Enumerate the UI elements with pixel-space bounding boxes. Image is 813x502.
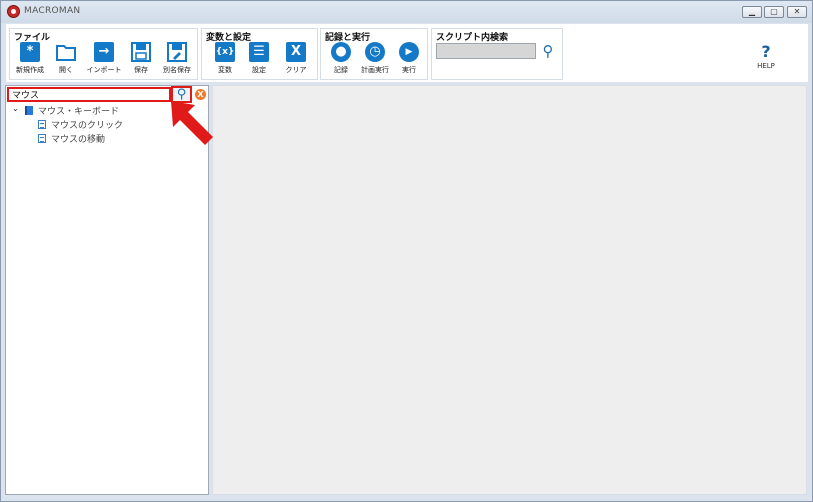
variable-icon: {x} — [215, 42, 235, 62]
ribbon-toolbar: ファイル * 新規作成 開く → インポート 保存 別名保存 変数と設定 {x}… — [6, 24, 808, 82]
tree-item-label: マウスのクリック — [51, 121, 124, 131]
save-as-button-label: 別名保存 — [163, 66, 191, 74]
new-button[interactable]: * 新規作成 — [10, 42, 50, 80]
save-as-icon — [167, 42, 187, 62]
record-run-group: 記録と実行 ● 記録 ◷ 計画実行 ▶ 実行 — [320, 28, 428, 80]
save-as-button[interactable]: 別名保存 — [157, 42, 197, 80]
open-button[interactable]: 開く — [46, 42, 86, 80]
window-title: MACROMAN — [24, 6, 81, 16]
settings-button[interactable]: ☰ 設定 — [239, 42, 279, 80]
app-logo-icon — [7, 5, 20, 18]
script-editor-area[interactable] — [212, 85, 807, 495]
help-button[interactable]: ? HELP — [751, 42, 781, 71]
new-button-label: 新規作成 — [16, 66, 44, 74]
folder-icon — [56, 42, 76, 62]
document-icon — [38, 120, 46, 129]
variables-settings-group: 変数と設定 {x} 変数 ☰ 設定 X クリア — [201, 28, 318, 80]
help-icon: ? — [761, 42, 771, 61]
save-icon — [131, 42, 151, 62]
tree-item-label: マウスの移動 — [51, 135, 106, 145]
clear-button[interactable]: X クリア — [276, 42, 316, 80]
file-group: ファイル * 新規作成 開く → インポート 保存 別名保存 — [9, 28, 198, 80]
play-icon: ▶ — [399, 42, 419, 62]
save-button-label: 保存 — [134, 66, 148, 74]
import-arrow-icon: → — [94, 42, 114, 62]
record-icon: ● — [331, 42, 351, 62]
close-button[interactable]: ✕ — [787, 6, 807, 18]
clear-x-icon: X — [286, 42, 306, 62]
minimize-button[interactable]: ▁ — [742, 6, 762, 18]
script-search-input[interactable] — [436, 43, 536, 59]
callout-arrow-icon — [171, 101, 213, 145]
import-button[interactable]: → インポート — [84, 42, 124, 80]
title-bar: MACROMAN ▁ ▢ ✕ — [1, 1, 812, 23]
help-label: HELP — [757, 62, 775, 70]
import-button-label: インポート — [86, 66, 122, 74]
asterisk-icon: * — [20, 42, 40, 62]
tree-category-label: マウス・キーボード — [38, 107, 120, 117]
scheduled-run-icon: ◷ — [365, 42, 385, 62]
clear-button-label: クリア — [285, 66, 307, 74]
open-button-label: 開く — [59, 66, 73, 74]
chevron-down-icon[interactable]: ⌄ — [12, 104, 19, 113]
run-button[interactable]: ▶ 実行 — [389, 42, 429, 80]
settings-list-icon: ☰ — [249, 42, 269, 62]
book-icon — [25, 106, 33, 115]
script-search-group: スクリプト内検索 ⚲ — [431, 28, 563, 80]
settings-button-label: 設定 — [252, 66, 266, 74]
tree-search-input[interactable] — [7, 87, 171, 102]
maximize-button[interactable]: ▢ — [764, 6, 784, 18]
document-icon — [38, 134, 46, 143]
app-window: MACROMAN ▁ ▢ ✕ ファイル * 新規作成 開く → インポート 保存… — [0, 0, 813, 502]
run-button-label: 実行 — [402, 66, 416, 74]
script-search-group-title: スクリプト内検索 — [436, 33, 509, 43]
script-search-icon[interactable]: ⚲ — [538, 41, 558, 61]
save-button[interactable]: 保存 — [121, 42, 161, 80]
